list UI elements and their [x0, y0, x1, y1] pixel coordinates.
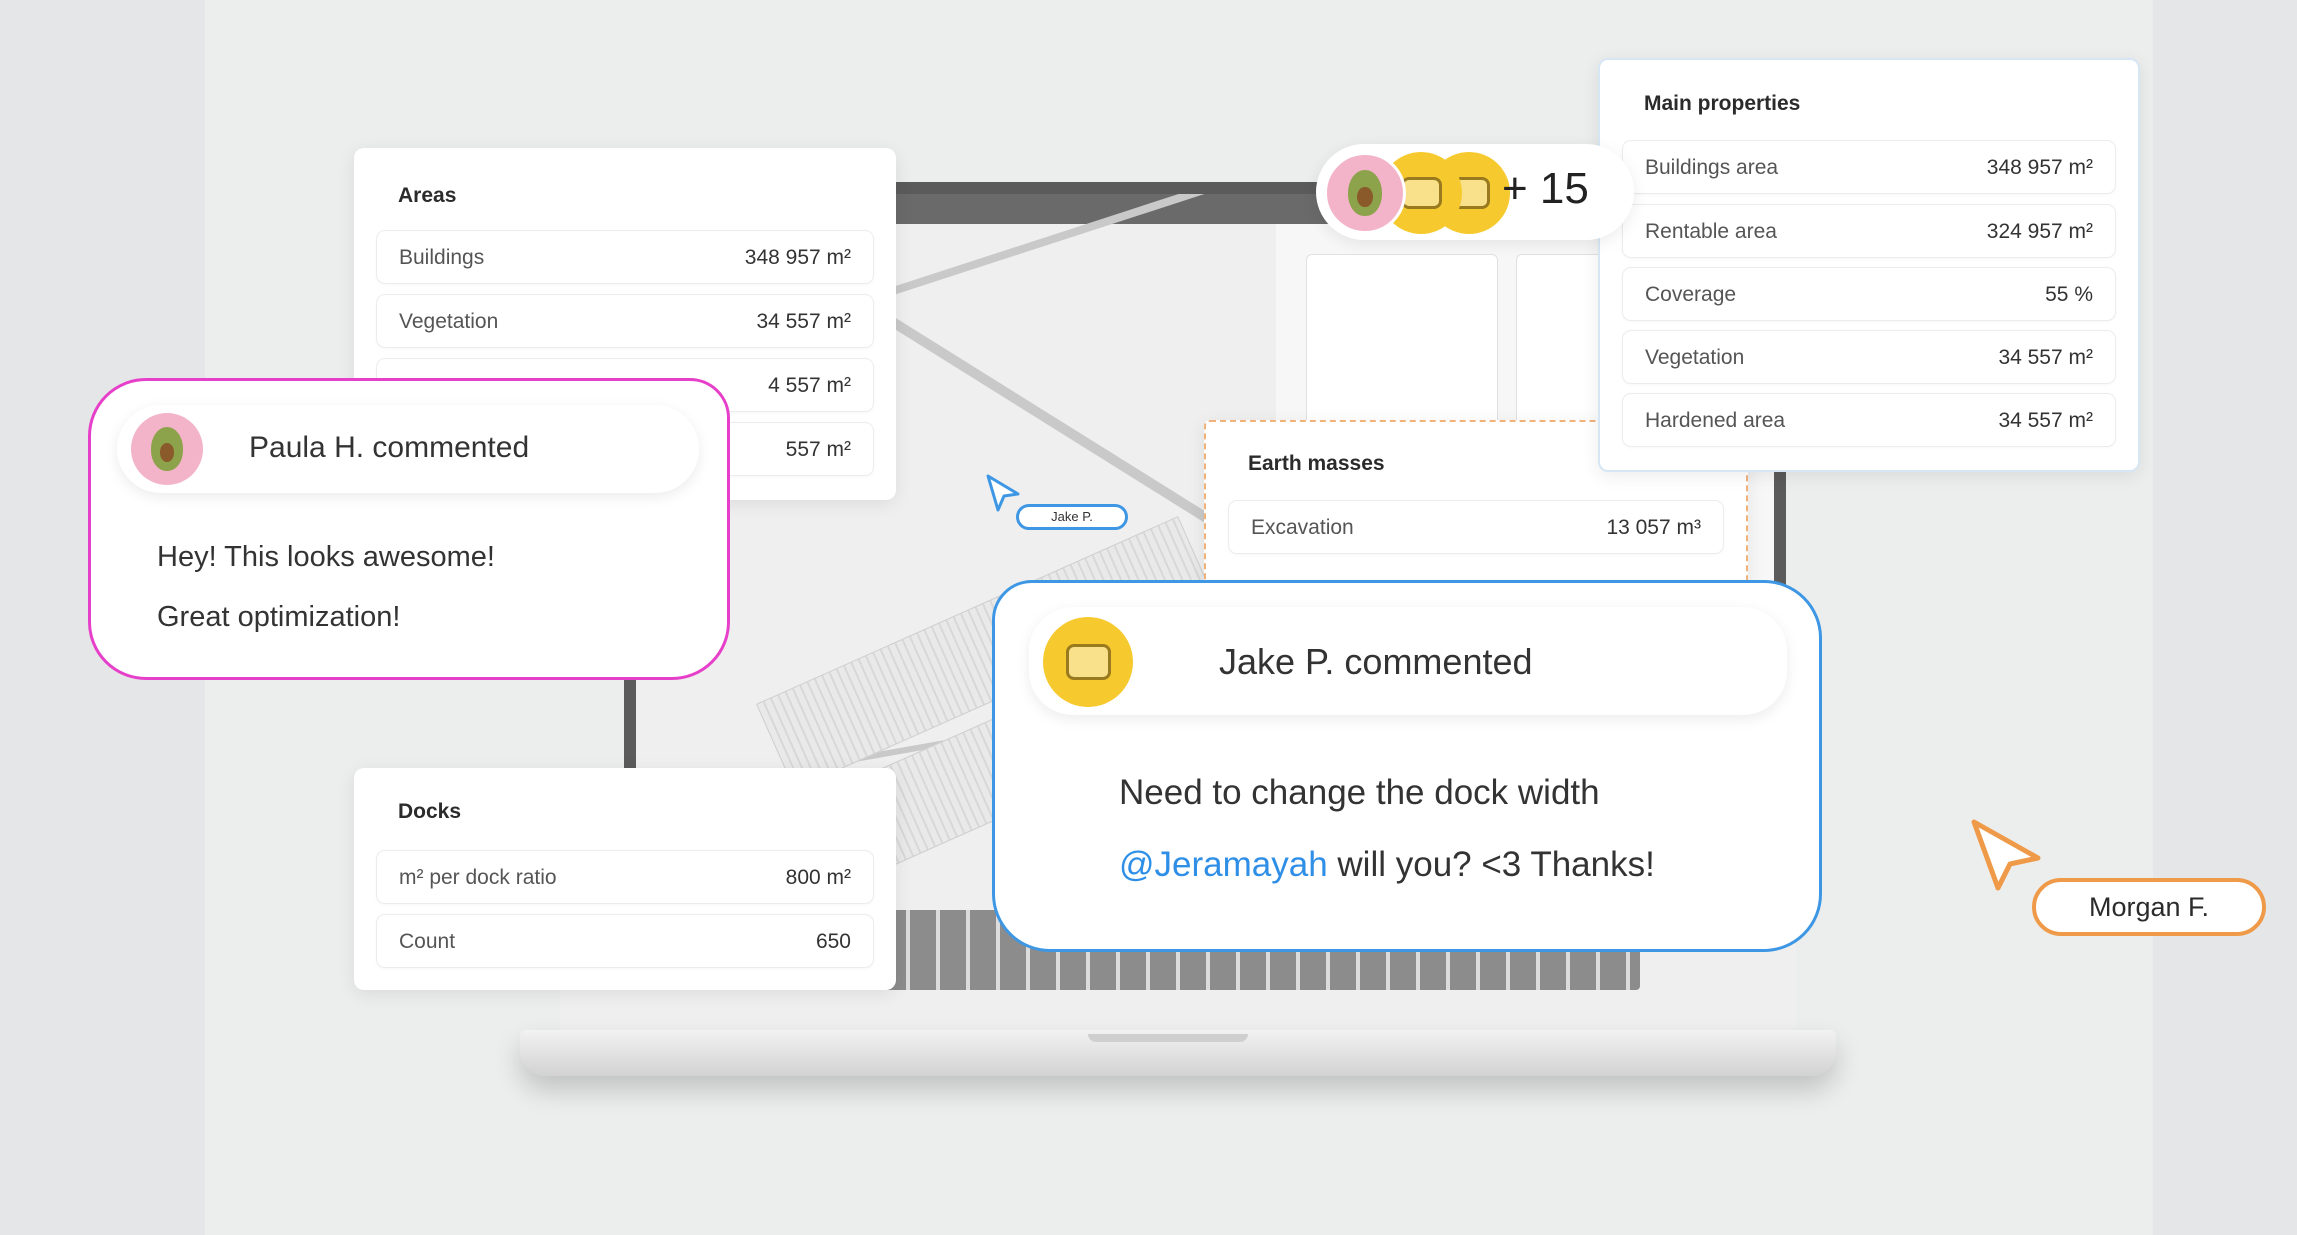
morgan-cursor-icon [1971, 819, 2041, 891]
earth-masses-title: Earth masses [1248, 452, 1385, 475]
docks-title: Docks [398, 800, 462, 823]
areas-row-buildings[interactable]: Buildings 348 957 m² [376, 230, 874, 284]
row-label: Hardened area [1645, 409, 1786, 432]
row-value: 4 557 m² [768, 374, 851, 397]
row-value: 34 557 m² [1998, 346, 2093, 369]
docks-card: Docks m² per dock ratio 800 m² Count 650 [354, 768, 896, 990]
row-label: Buildings [399, 246, 485, 269]
collaborators-count[interactable]: + 15 [1502, 164, 1589, 214]
row-label: Coverage [1645, 283, 1737, 306]
row-label: Buildings area [1645, 156, 1779, 179]
collaborators-bubble[interactable]: + 15 [1316, 144, 1634, 240]
areas-row-vegetation[interactable]: Vegetation 34 557 m² [376, 294, 874, 348]
jake-icon [1065, 644, 1111, 680]
row-value: 650 [815, 930, 851, 953]
earth-row-excavation[interactable]: Excavation 13 057 m³ [1228, 500, 1724, 554]
mp-row-coverage[interactable]: Coverage 55 % [1622, 267, 2116, 321]
jake-avatar[interactable] [1043, 617, 1133, 707]
row-label: m² per dock ratio [399, 866, 557, 889]
mp-row-vegetation[interactable]: Vegetation 34 557 m² [1622, 330, 2116, 384]
jake-comment[interactable]: Jake P. commented Need to change the doc… [992, 580, 1822, 952]
paula-author: Paula H. commented [249, 431, 530, 464]
row-value: 348 957 m² [744, 246, 851, 269]
row-value: 13 057 m³ [1606, 516, 1701, 539]
row-label: Rentable area [1645, 220, 1777, 243]
docks-row-count[interactable]: Count 650 [376, 914, 874, 968]
row-value: 324 957 m² [1986, 220, 2093, 243]
avocado-seed [159, 443, 175, 462]
morgan-cursor-label: Morgan F. [2032, 878, 2266, 936]
row-value: 348 957 m² [1986, 156, 2093, 179]
areas-title: Areas [398, 184, 457, 207]
paula-comment-line1: Hey! This looks awesome! [157, 541, 495, 573]
jake-cursor-label: Jake P. [1016, 504, 1128, 530]
row-value: 800 m² [785, 866, 851, 889]
mention-link[interactable]: @Jeramayah [1119, 845, 1328, 884]
mp-row-hardened-area[interactable]: Hardened area 34 557 m² [1622, 393, 2116, 447]
mp-row-rentable-area[interactable]: Rentable area 324 957 m² [1622, 204, 2116, 258]
main-properties-card: Main properties Buildings area 348 957 m… [1598, 58, 2140, 472]
jake-comment-line1: Need to change the dock width [1119, 773, 1600, 812]
row-value: 55 % [2045, 283, 2093, 306]
avocado-seed [1357, 186, 1373, 207]
row-value: 34 557 m² [1998, 409, 2093, 432]
row-value: 557 m² [785, 438, 851, 461]
paula-comment-line2: Great optimization! [157, 601, 401, 633]
paula-comment-header: Paula H. commented [117, 405, 699, 493]
row-label: Vegetation [399, 310, 499, 333]
main-properties-title: Main properties [1644, 92, 1801, 115]
paula-comment[interactable]: Paula H. commented Hey! This looks aweso… [88, 378, 730, 680]
jake-comment-header: Jake P. commented [1029, 607, 1787, 715]
laptop-notch [1088, 1034, 1248, 1042]
jake-cursor-icon [986, 474, 1020, 512]
avocado-avatar[interactable] [1324, 152, 1406, 234]
jake-comment-line2-rest: will you? <3 Thanks! [1327, 845, 1655, 884]
jake-author: Jake P. commented [1219, 641, 1533, 682]
mp-row-buildings-area[interactable]: Buildings area 348 957 m² [1622, 140, 2116, 194]
row-label: Count [399, 930, 456, 953]
row-label: Vegetation [1645, 346, 1745, 369]
jake-icon [1400, 176, 1442, 210]
avocado-avatar[interactable] [131, 413, 203, 485]
docks-row-ratio[interactable]: m² per dock ratio 800 m² [376, 850, 874, 904]
row-label: Excavation [1251, 516, 1354, 539]
jake-comment-line2: @Jeramayah will you? <3 Thanks! [1119, 845, 1655, 885]
row-value: 34 557 m² [756, 310, 851, 333]
